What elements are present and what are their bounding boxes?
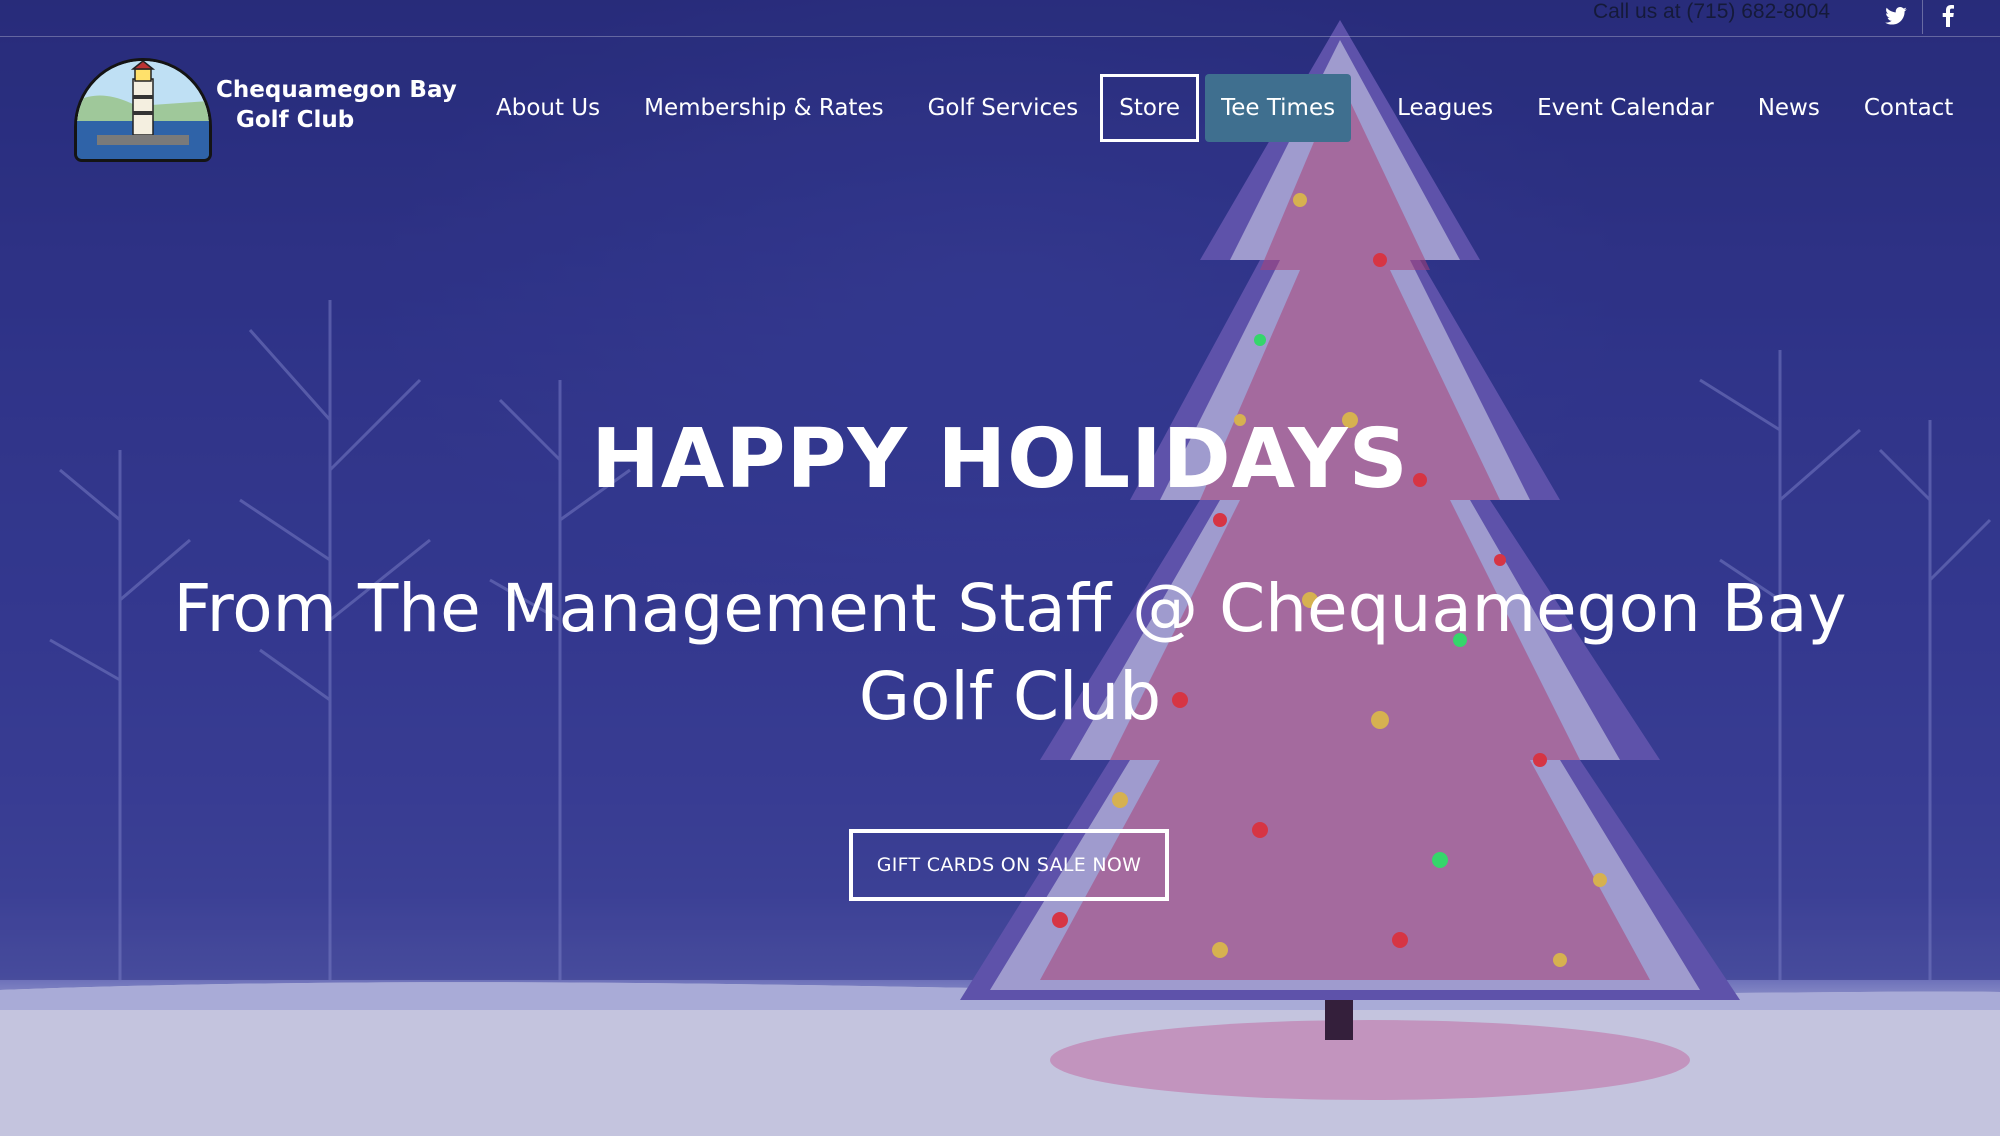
nav-leagues[interactable]: Leagues (1375, 74, 1515, 142)
nav-golf-services[interactable]: Golf Services (906, 74, 1101, 142)
gift-cards-button[interactable]: GIFT CARDS ON SALE NOW (849, 829, 1169, 901)
nav-tee-times-button[interactable]: Tee Times (1205, 74, 1352, 142)
facebook-icon[interactable] (1922, 0, 1973, 34)
top-bar: Call us at (715) 682-8004 (0, 0, 2000, 37)
nav-membership-rates[interactable]: Membership & Rates (622, 74, 905, 142)
nav-store[interactable]: Store (1100, 74, 1200, 142)
nav-about-us[interactable]: About Us (474, 74, 622, 142)
nav-contact[interactable]: Contact (1842, 74, 1975, 142)
nav-news[interactable]: News (1736, 74, 1842, 142)
lighthouse-logo-icon (74, 58, 212, 162)
logo-text: Chequamegon Bay Golf Club (216, 75, 457, 135)
phone-number[interactable]: Call us at (715) 682-8004 (1593, 0, 1830, 24)
logo-line-2: Golf Club (236, 107, 355, 133)
site-logo[interactable]: Chequamegon Bay Golf Club (74, 58, 457, 162)
main-nav: About Us Membership & Rates Golf Service… (474, 74, 1975, 142)
hero-title: HAPPY HOLIDAYS (591, 412, 1409, 507)
logo-line-1: Chequamegon Bay (216, 77, 457, 103)
nav-event-calendar[interactable]: Event Calendar (1515, 74, 1736, 142)
hero-subtitle: From The Management Staff @ Chequamegon … (173, 570, 1847, 735)
twitter-icon[interactable] (1871, 0, 1921, 34)
